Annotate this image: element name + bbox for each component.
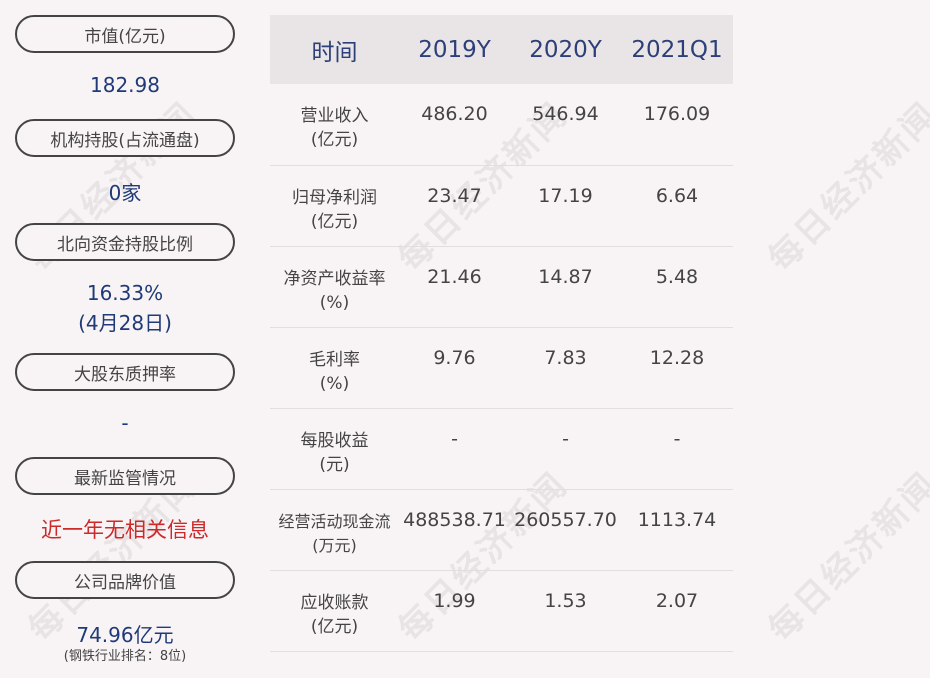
market-cap-label: 市值(亿元) [15, 15, 235, 53]
table-row: 毛利率 (%) 9.76 7.83 12.28 [270, 328, 733, 409]
cell-value: 488538.71 [403, 509, 506, 531]
cell-value: 260557.70 [514, 509, 617, 531]
cell-value: 176.09 [643, 103, 711, 125]
pledge-ratio-label: 大股东质押率 [15, 353, 235, 391]
row-label: 应收账款 (亿元) [300, 593, 369, 637]
cell-value: 1.53 [544, 590, 587, 612]
row-label: 每股收益 (元) [300, 431, 369, 475]
cell-value: - [673, 428, 681, 450]
cell-value: 1.99 [433, 590, 476, 612]
watermark: 每日经济新闻 [760, 94, 930, 280]
market-cap-value: 182.98 [90, 73, 160, 97]
row-label: 营业收入 (亿元) [300, 106, 369, 150]
cell-value: 12.28 [649, 347, 705, 369]
table-row: 每股收益 (元) - - - [270, 409, 733, 490]
regulation-label: 最新监管情况 [15, 457, 235, 495]
regulation-value: 近一年无相关信息 [41, 518, 209, 542]
cell-value: 6.64 [655, 185, 699, 207]
cell-value: - [451, 428, 458, 450]
cell-value: 486.20 [421, 103, 488, 125]
table-header: 时间 2019Y 2020Y 2021Q1 [270, 15, 733, 84]
cell-value: 5.48 [655, 266, 699, 288]
header-2020: 2020Y [529, 36, 602, 63]
cell-value: 14.87 [538, 266, 593, 288]
cell-value: 9.76 [433, 347, 476, 369]
table-row: 经营活动现金流 (万元) 488538.71 260557.70 1113.74 [270, 490, 733, 571]
cell-value: 23.47 [427, 185, 482, 207]
row-label: 毛利率 (%) [309, 350, 360, 394]
brand-value-label: 公司品牌价值 [15, 561, 235, 599]
pledge-ratio-value: - [121, 411, 129, 435]
cell-value: 17.19 [538, 185, 593, 207]
summary-panel: 市值(亿元) 182.98 机构持股(占流通盘) 0家 北向资金持股比例 16.… [0, 0, 250, 678]
brand-value-value: 74.96亿元 [76, 623, 174, 647]
northbound-ratio-date: (4月28日) [78, 311, 172, 335]
header-period: 时间 [311, 39, 358, 66]
cell-value: 2.07 [655, 590, 699, 612]
northbound-ratio-value: 16.33% [86, 281, 164, 305]
institution-holding-label: 机构持股(占流通盘) [15, 119, 235, 157]
cell-value: 7.83 [544, 347, 587, 369]
table-row: 归母净利润 (亿元) 23.47 17.19 6.64 [270, 166, 733, 247]
table-row: 净资产收益率 (%) 21.46 14.87 5.48 [270, 247, 733, 328]
cell-value: 546.94 [532, 103, 599, 125]
cell-value: - [562, 428, 569, 450]
row-label: 净资产收益率 (%) [283, 269, 386, 313]
row-label: 归母净利润 (亿元) [292, 188, 377, 232]
northbound-ratio-label: 北向资金持股比例 [15, 223, 235, 261]
row-label: 经营活动现金流 (万元) [278, 512, 391, 555]
brand-rank-note: (钢铁行业排名：8位) [63, 649, 187, 664]
financial-table: 时间 2019Y 2020Y 2021Q1 营业收入 (亿元) 486.20 54… [270, 15, 733, 652]
cell-value: 1113.74 [637, 509, 717, 531]
table-row: 应收账款 (亿元) 1.99 1.53 2.07 [270, 571, 733, 652]
header-2021q1: 2021Q1 [631, 36, 723, 63]
table-row: 营业收入 (亿元) 486.20 546.94 176.09 [270, 84, 733, 166]
cell-value: 21.46 [427, 266, 482, 288]
header-2019: 2019Y [418, 36, 491, 63]
institution-holding-value: 0家 [108, 181, 142, 205]
watermark: 每日经济新闻 [760, 464, 930, 650]
